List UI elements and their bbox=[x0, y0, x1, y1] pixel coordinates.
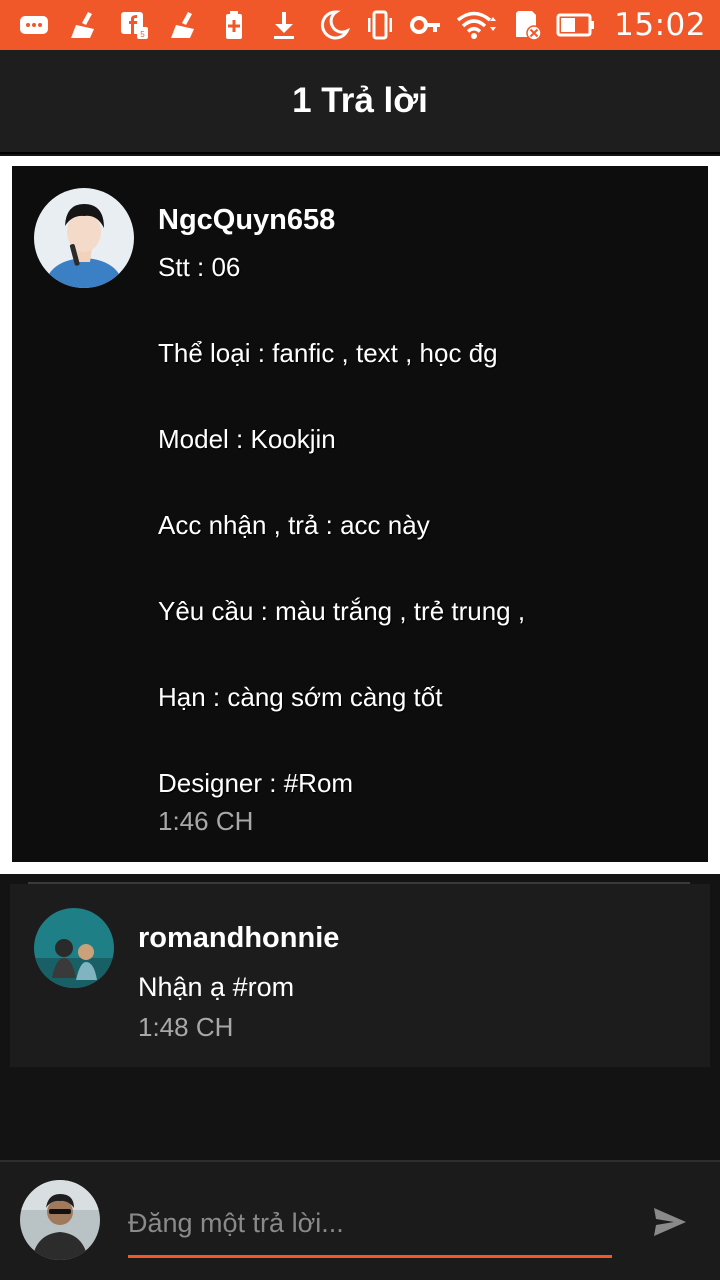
post-line-blank bbox=[158, 712, 678, 768]
sd-card-icon bbox=[516, 11, 542, 41]
reply-input[interactable] bbox=[128, 1192, 612, 1258]
send-icon bbox=[654, 1208, 686, 1236]
do-not-disturb-icon bbox=[321, 10, 351, 40]
system-icons: 15:02 bbox=[318, 7, 706, 43]
reply-username[interactable]: romandhonnie bbox=[138, 922, 339, 955]
send-button[interactable] bbox=[646, 1198, 694, 1246]
user-photo bbox=[20, 1180, 100, 1260]
reply-item: romandhonnie Nhận ạ #rom 1:48 CH bbox=[10, 884, 710, 1067]
battery-icon bbox=[556, 13, 595, 37]
avatar[interactable] bbox=[34, 908, 114, 988]
cleaner-icon bbox=[171, 12, 194, 38]
user-photo bbox=[34, 908, 114, 988]
post-line-blank bbox=[158, 540, 678, 596]
app-header: 1 Trả lời bbox=[0, 50, 720, 154]
status-bar: 5 15:02 bbox=[0, 0, 720, 50]
vpn-key-icon bbox=[410, 16, 441, 34]
svg-text:5: 5 bbox=[140, 30, 145, 39]
post-line: Designer : #Rom bbox=[158, 768, 354, 798]
post-line: Stt : 06 bbox=[158, 252, 241, 282]
facebook-icon: 5 bbox=[121, 12, 148, 39]
download-icon bbox=[274, 12, 294, 39]
post-line-blank bbox=[158, 454, 678, 510]
cleaner-icon bbox=[71, 12, 94, 38]
message-icon bbox=[20, 16, 48, 34]
original-post: NgcQuyn658 Stt : 06 Thể loại : fanfic , … bbox=[12, 166, 708, 862]
user-photo bbox=[34, 188, 134, 288]
post-line: Hạn : càng sớm càng tốt bbox=[158, 682, 443, 712]
post-line-blank bbox=[158, 626, 678, 682]
vibrate-icon bbox=[368, 10, 393, 40]
reply-text: Nhận ạ #rom bbox=[138, 972, 295, 1002]
post-line: Acc nhận , trả : acc này bbox=[158, 510, 430, 540]
post-line: Model : Kookjin bbox=[158, 424, 336, 454]
page-title: 1 Trả lời bbox=[292, 81, 428, 120]
compose-bar bbox=[0, 1160, 720, 1280]
post-username[interactable]: NgcQuyn658 bbox=[158, 204, 335, 237]
avatar bbox=[20, 1180, 100, 1260]
notification-icons: 5 bbox=[18, 9, 300, 41]
post-line: Yêu cầu : màu trắng , trẻ trung , bbox=[158, 596, 526, 626]
post-timestamp: 1:46 CH bbox=[158, 806, 254, 836]
avatar[interactable] bbox=[34, 188, 134, 288]
wifi-icon bbox=[457, 11, 497, 39]
post-line-blank bbox=[158, 368, 678, 424]
status-time: 15:02 bbox=[614, 7, 706, 43]
post-line-blank bbox=[158, 282, 678, 338]
original-post-container: NgcQuyn658 Stt : 06 Thể loại : fanfic , … bbox=[0, 156, 720, 874]
post-body: Stt : 06 Thể loại : fanfic , text , học … bbox=[158, 252, 678, 798]
post-line: Thể loại : fanfic , text , học đg bbox=[158, 338, 498, 368]
reply-timestamp: 1:48 CH bbox=[138, 1012, 234, 1042]
battery-saver-icon bbox=[226, 11, 242, 39]
